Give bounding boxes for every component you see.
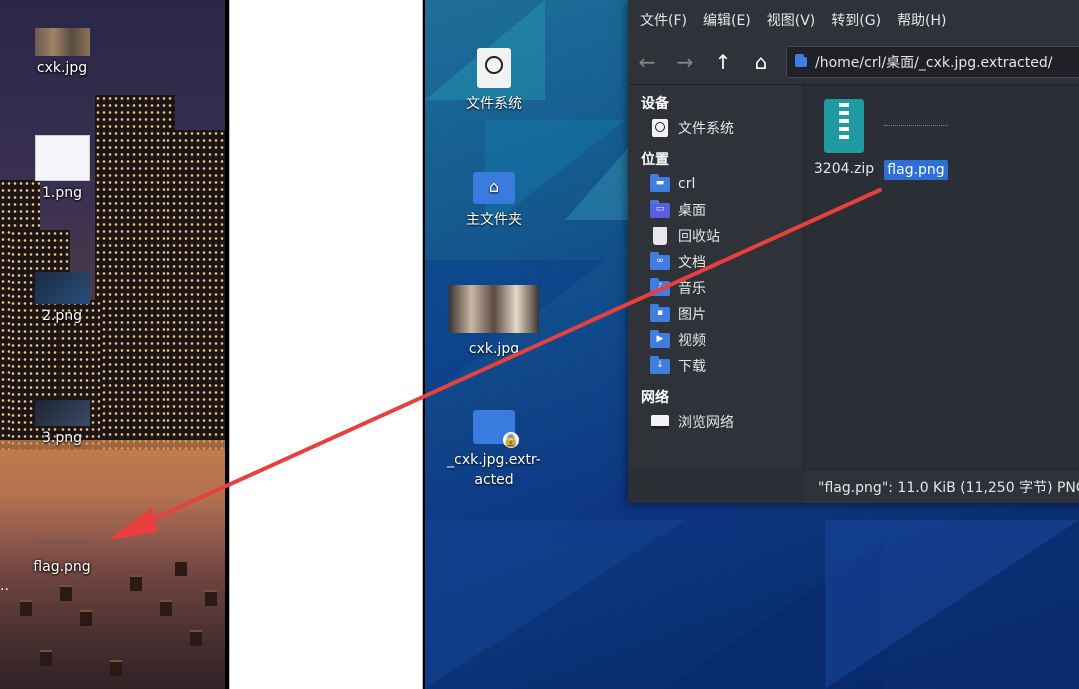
sidebar-item-label: crl	[678, 176, 696, 192]
file-name: 3204.zip	[813, 161, 875, 177]
network-icon	[650, 413, 670, 431]
image-thumbnail	[34, 135, 90, 181]
desktop-icon-home[interactable]: ⌂ 主文件夹	[444, 172, 544, 230]
file-manager-window: 文件(F) 编辑(E) 视图(V) 转到(G) 帮助(H) ← → ↑ ⌂ /h…	[628, 0, 1079, 503]
sidebar: 设备 文件系统 位置 ▬ crl ▭ 桌面 回收站 ∞ 文档 ♪ 音乐 ▪ 图片	[628, 85, 804, 469]
sidebar-item-label: 桌面	[678, 203, 706, 219]
desktop-icon-label: cxk.jpg	[36, 60, 88, 76]
image-thumbnail	[34, 542, 90, 547]
sidebar-item-filesystem[interactable]: 文件系统	[628, 115, 803, 141]
locked-folder-icon: 🔒	[473, 410, 519, 448]
home-folder-icon: ⌂	[473, 172, 515, 204]
file-item-flagpng[interactable]: flag.png	[876, 99, 956, 180]
file-name-selected: flag.png	[884, 160, 948, 180]
sidebar-header-network: 网络	[641, 390, 669, 406]
sidebar-item-trash[interactable]: 回收站	[628, 223, 803, 249]
home-folder-icon: ▬	[650, 173, 670, 193]
sidebar-item-label: 文件系统	[678, 121, 734, 137]
home-icon: ⌂	[754, 50, 768, 74]
sidebar-item-pictures[interactable]: ▪ 图片	[628, 301, 803, 327]
menu-go[interactable]: 转到(G)	[831, 10, 881, 30]
forward-arrow-icon: →	[676, 50, 694, 74]
building	[165, 130, 225, 450]
toolbar: ← → ↑ ⌂ /home/crl/桌面/_cxk.jpg.extracted/	[628, 40, 1079, 85]
status-bar: "flag.png": 11.0 KiB (11,250 字节) PNG in	[804, 469, 1079, 503]
file-view: 3204.zip flag.png	[804, 85, 1079, 469]
sidebar-item-label: 下载	[678, 359, 706, 375]
blank-window	[229, 0, 423, 689]
desktop-icon-label: 文件系统	[466, 96, 522, 112]
sidebar-item-documents[interactable]: ∞ 文档	[628, 249, 803, 275]
desktop-icon-cxk[interactable]: cxk.jpg	[17, 28, 107, 76]
menu-view[interactable]: 视图(V)	[767, 10, 816, 30]
desktop-icon-2png[interactable]: 2.png	[17, 272, 107, 324]
home-button[interactable]: ⌂	[742, 45, 780, 79]
status-text: "flag.png": 11.0 KiB (11,250 字节) PNG in	[818, 479, 1079, 496]
image-icon	[884, 125, 948, 128]
sidebar-item-label: 文档	[678, 255, 706, 271]
desktop-icon-label: 2.png	[41, 308, 82, 324]
folder-icon	[795, 54, 807, 67]
desktop-icon-3png[interactable]: 3.png	[17, 400, 107, 446]
sidebar-item-label: 浏览网络	[678, 415, 734, 431]
menu-help[interactable]: 帮助(H)	[897, 10, 946, 30]
menu-edit[interactable]: 编辑(E)	[703, 10, 751, 30]
desktop-icon-label: cxk.jpg	[468, 341, 520, 357]
sidebar-item-crl[interactable]: ▬ crl	[628, 171, 803, 197]
file-item-3204zip[interactable]: 3204.zip	[804, 99, 884, 177]
location-bar[interactable]: /home/crl/桌面/_cxk.jpg.extracted/	[786, 46, 1079, 78]
zip-icon	[824, 99, 864, 153]
sidebar-item-videos[interactable]: ▶ 视频	[628, 327, 803, 353]
drive-icon	[477, 48, 511, 88]
desktop-icon-cxkjpg[interactable]: cxk.jpg	[444, 285, 544, 359]
sidebar-header-places: 位置	[641, 152, 669, 168]
sidebar-item-desktop[interactable]: ▭ 桌面	[628, 197, 803, 223]
back-button[interactable]: ←	[628, 45, 666, 79]
desktop-icon-label: flag.png	[33, 559, 91, 575]
up-arrow-icon: ↑	[714, 50, 732, 74]
forward-button[interactable]: →	[666, 45, 704, 79]
videos-folder-icon: ▶	[650, 329, 670, 349]
drive-icon	[650, 119, 670, 137]
downloads-folder-icon: ↓	[650, 355, 670, 375]
documents-folder-icon: ∞	[650, 251, 670, 271]
sidebar-header-devices: 设备	[641, 96, 669, 112]
trash-icon	[650, 227, 670, 245]
image-thumbnail	[34, 272, 90, 304]
desktop-icon-label: 3.png	[41, 430, 82, 446]
building	[95, 95, 175, 450]
sidebar-item-label: 回收站	[678, 229, 720, 245]
location-path: /home/crl/桌面/_cxk.jpg.extracted/	[815, 55, 1053, 71]
sidebar-item-label: 音乐	[678, 281, 706, 297]
sidebar-item-browse-network[interactable]: 浏览网络	[628, 409, 803, 435]
desktop-folder-icon: ▭	[650, 199, 670, 219]
music-folder-icon: ♪	[650, 277, 670, 297]
sidebar-item-music[interactable]: ♪ 音乐	[628, 275, 803, 301]
image-thumbnail	[449, 285, 539, 333]
back-arrow-icon: ←	[638, 50, 656, 74]
desktop-icon-label: _cxk.jpg.extr-acted	[447, 452, 541, 488]
image-thumbnail	[34, 400, 90, 426]
left-desktop: cxk.jpg 1.png 2.png 3.png flag.png ..	[0, 0, 225, 689]
sidebar-item-label: 图片	[678, 307, 706, 323]
desktop-icon-label: 主文件夹	[466, 212, 522, 228]
menu-file[interactable]: 文件(F)	[640, 10, 687, 30]
menu-bar: 文件(F) 编辑(E) 视图(V) 转到(G) 帮助(H)	[628, 0, 1079, 40]
desktop-icon-label: 1.png	[41, 185, 82, 201]
sidebar-item-label: 视频	[678, 333, 706, 349]
edge-text: ..	[0, 578, 9, 594]
up-button[interactable]: ↑	[704, 45, 742, 79]
desktop-icon-flagpng[interactable]: flag.png	[17, 536, 107, 575]
desktop-icon-1png[interactable]: 1.png	[17, 135, 107, 201]
pictures-folder-icon: ▪	[650, 303, 670, 323]
image-thumbnail	[34, 28, 90, 56]
sidebar-item-downloads[interactable]: ↓ 下载	[628, 353, 803, 379]
desktop-icon-extracted[interactable]: 🔒 _cxk.jpg.extr-acted	[444, 410, 544, 490]
desktop-icon-filesystem[interactable]: 文件系统	[444, 48, 544, 114]
